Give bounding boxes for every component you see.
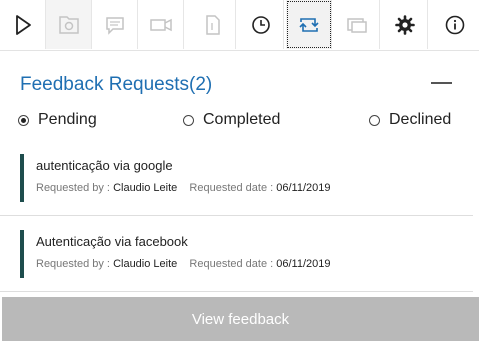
toolbar (0, 0, 479, 51)
comment-button[interactable] (92, 0, 138, 49)
document-button[interactable] (190, 0, 236, 49)
gear-icon (394, 14, 415, 35)
requested-by-label: Requested by : (36, 258, 110, 270)
request-item[interactable]: Autenticação via facebook Requested by :… (20, 230, 473, 278)
list-divider (0, 291, 473, 292)
requested-by-value: Claudio Leite (113, 182, 178, 194)
filter-declined-label: Declined (389, 111, 452, 128)
video-camera-icon (149, 18, 172, 31)
history-button[interactable] (238, 0, 284, 49)
radio-checked-icon[interactable] (18, 114, 29, 126)
info-button[interactable] (430, 0, 479, 49)
request-meta: Requested by : Claudio Leite Requested d… (36, 258, 331, 270)
document-icon (205, 14, 220, 35)
requested-date-value: 06/11/2019 (276, 258, 331, 270)
list-divider (0, 215, 473, 216)
play-icon (15, 14, 31, 35)
requested-date-label: Requested date : (189, 258, 274, 270)
camera-folder-icon (58, 15, 79, 34)
requested-date-value: 06/11/2019 (276, 182, 331, 194)
play-button[interactable] (0, 0, 46, 49)
screen-share-button[interactable] (334, 0, 380, 49)
request-indicator-bar (20, 154, 24, 202)
filter-completed[interactable]: Completed (183, 110, 280, 130)
crop-rotate-icon (298, 17, 319, 32)
request-title: autenticação via google (36, 158, 173, 173)
requested-by-value: Claudio Leite (113, 258, 178, 270)
filter-completed-label: Completed (203, 111, 281, 128)
filter-declined[interactable]: Declined (369, 110, 451, 130)
comment-icon (105, 16, 124, 35)
request-count: (2) (189, 74, 213, 95)
panel-title: Feedback Requests(2) (20, 74, 212, 96)
panel-title-text: Feedback Requests (20, 74, 189, 95)
request-meta: Requested by : Claudio Leite Requested d… (36, 182, 331, 194)
request-title: Autenticação via facebook (36, 234, 188, 249)
filter-pending-label: Pending (38, 111, 97, 128)
filter-pending[interactable]: Pending (18, 110, 97, 130)
view-feedback-button[interactable]: View feedback (2, 297, 479, 341)
clock-icon (251, 15, 270, 34)
request-item[interactable]: autenticação via google Requested by : C… (20, 154, 473, 202)
requested-date-label: Requested date : (189, 182, 274, 194)
settings-button[interactable] (382, 0, 428, 49)
requested-by-label: Requested by : (36, 182, 110, 194)
info-icon (445, 15, 464, 34)
collapse-icon[interactable] (431, 82, 452, 84)
video-button[interactable] (138, 0, 184, 49)
screenshot-button[interactable] (46, 0, 92, 49)
crop-rotate-button[interactable] (286, 0, 332, 49)
request-indicator-bar (20, 230, 24, 278)
radio-unchecked-icon[interactable] (369, 114, 380, 126)
radio-unchecked-icon[interactable] (183, 114, 194, 126)
screen-share-icon (346, 17, 367, 33)
